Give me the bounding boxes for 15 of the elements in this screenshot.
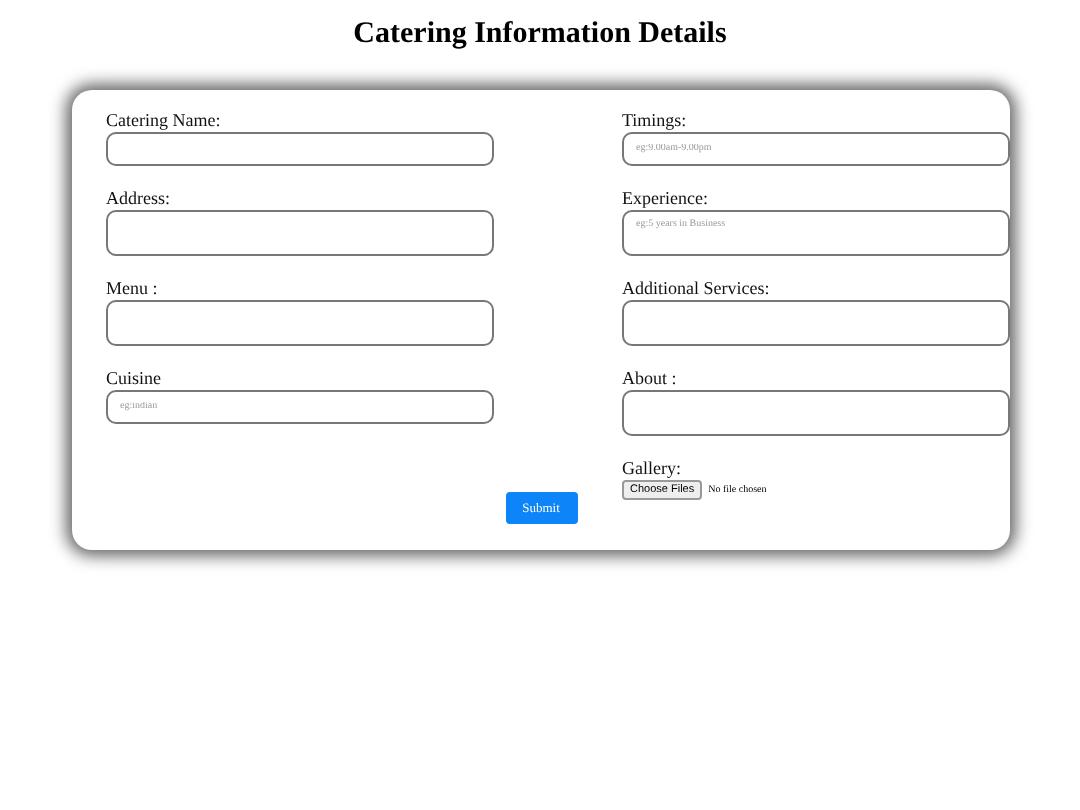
field-label: About : — [622, 368, 679, 390]
field-label: Address: — [106, 188, 172, 210]
field-label: Additional Services: — [622, 278, 772, 300]
text-area[interactable] — [106, 210, 494, 256]
text-area[interactable] — [622, 390, 1010, 436]
input-field[interactable] — [106, 132, 494, 166]
field-label: Gallery: — [622, 458, 683, 480]
field-label: Experience: — [622, 188, 710, 210]
field-label: Timings: — [622, 110, 689, 132]
page-title: Catering Information Details — [351, 16, 729, 50]
field-label: Menu : — [106, 278, 160, 300]
field-label: Catering Name: — [106, 110, 223, 132]
text-area[interactable] — [106, 300, 494, 346]
field-label: Cuisine — [106, 368, 164, 390]
text-area[interactable] — [622, 300, 1010, 346]
